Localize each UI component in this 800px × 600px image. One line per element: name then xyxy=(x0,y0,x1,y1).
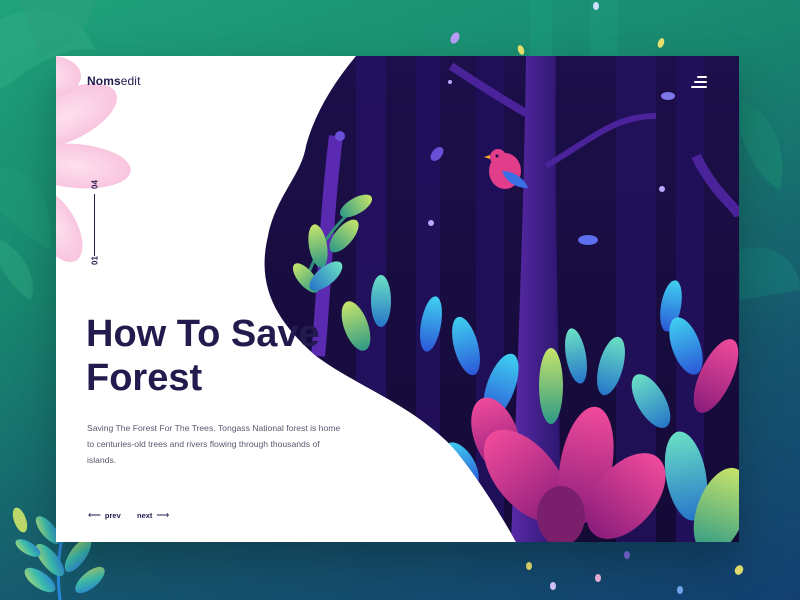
brand-logo-rest: edit xyxy=(120,74,141,88)
pager-divider xyxy=(94,194,95,256)
slide-pager: 04 01 xyxy=(84,178,104,270)
forest-illustration xyxy=(56,56,739,542)
page-title: How To Save Forest xyxy=(86,312,366,400)
prev-button[interactable]: ⟵ prev xyxy=(88,510,121,521)
brand-logo[interactable]: Nomsedit xyxy=(87,74,141,88)
page-title-line1: How To Save xyxy=(86,313,320,355)
arrow-right-icon: ⟶ xyxy=(156,510,170,520)
page-title-line2: Forest xyxy=(86,357,203,399)
pager-total: 04 xyxy=(90,180,100,189)
pager-current: 01 xyxy=(90,256,100,265)
arrow-left-icon: ⟵ xyxy=(88,510,101,520)
next-button[interactable]: next ⟶ xyxy=(137,510,169,521)
prev-label: prev xyxy=(104,511,121,520)
brand-logo-bold: Noms xyxy=(87,74,121,88)
hero-description: Saving The Forest For The Trees. Tongass… xyxy=(87,423,341,465)
menu-icon[interactable] xyxy=(691,76,707,88)
next-label: next xyxy=(137,511,153,520)
hero-card: Nomsedit 04 01 How To Save Forest Saving… xyxy=(56,56,739,542)
